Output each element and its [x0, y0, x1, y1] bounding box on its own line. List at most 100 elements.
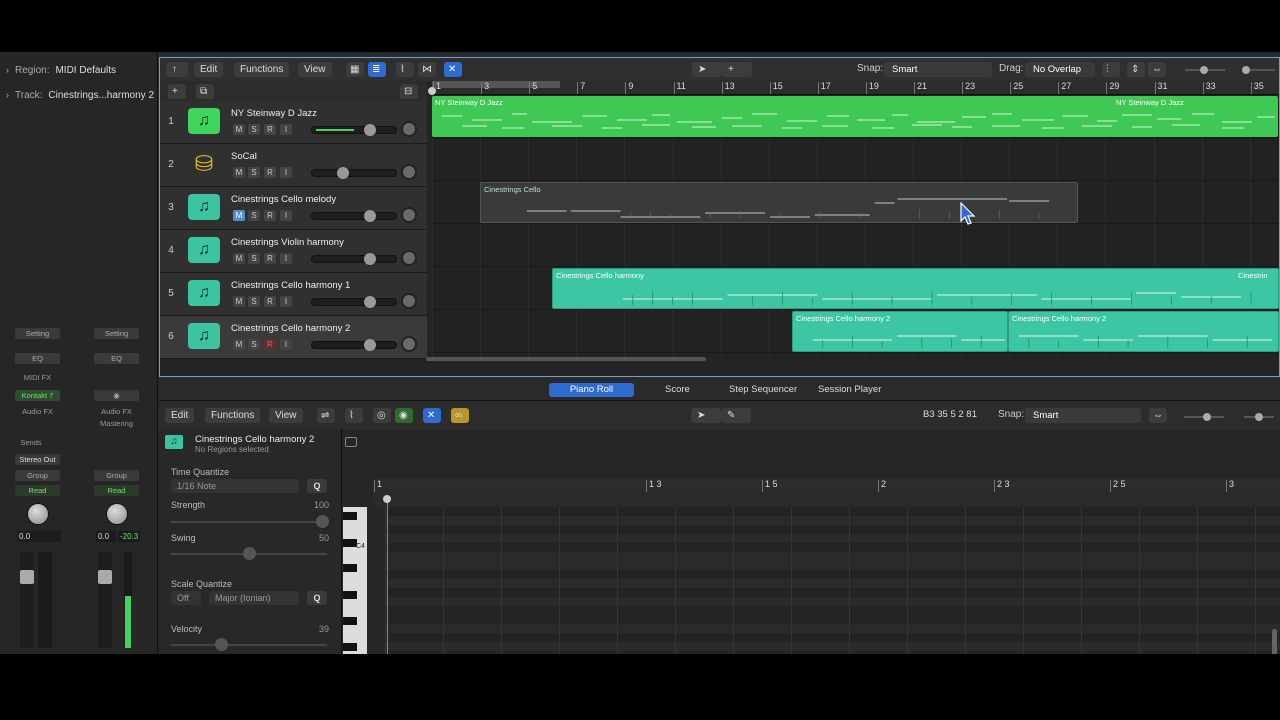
track-volume-fader[interactable]: [311, 296, 397, 308]
strength-slider[interactable]: [171, 521, 327, 523]
track-volume-fader[interactable]: [311, 124, 397, 136]
group-button-2[interactable]: Group: [94, 470, 139, 481]
track-pan-knob[interactable]: [401, 207, 417, 223]
input-monitor-button[interactable]: I: [280, 253, 292, 264]
midi-region-cello-harmony-1[interactable]: Cinestrings Cello harmony Cinestrin: [552, 268, 1279, 309]
track-volume-fader-cap[interactable]: [364, 210, 376, 222]
solo-button[interactable]: S: [248, 296, 260, 307]
midi-region-cello[interactable]: Cinestrings Cello: [480, 182, 1078, 223]
editor-pointer-tool-icon[interactable]: ➤: [691, 408, 721, 423]
track-name[interactable]: Cinestrings Violin harmony: [231, 237, 344, 248]
pitch-row[interactable]: [385, 624, 1280, 633]
volume-fader-track[interactable]: [20, 552, 34, 648]
pan-knob-2[interactable]: [106, 503, 128, 525]
pitch-row[interactable]: [385, 651, 1280, 654]
pitch-row[interactable]: [385, 561, 1280, 570]
mute-button[interactable]: M: [233, 253, 245, 264]
filter-icon[interactable]: ⇌: [317, 408, 335, 423]
region-window-icon[interactable]: [345, 437, 357, 447]
pitch-row[interactable]: [385, 552, 1280, 561]
velocity-slider[interactable]: [171, 644, 327, 646]
back-arrow-icon[interactable]: ↑: [166, 62, 188, 77]
group-button[interactable]: Group: [15, 470, 60, 481]
record-enable-button[interactable]: R: [264, 124, 276, 135]
automation-icon[interactable]: ⌇: [396, 62, 414, 77]
track-pan-knob[interactable]: [401, 250, 417, 266]
piano-keyboard[interactable]: C4 C3: [343, 507, 367, 654]
input-monitor-button[interactable]: I: [280, 167, 292, 178]
vertical-zoom-icon[interactable]: ⇕: [1127, 62, 1145, 77]
pan-knob[interactable]: [27, 503, 49, 525]
black-key[interactable]: [343, 539, 357, 547]
setting-button-2[interactable]: Setting: [94, 328, 139, 339]
piano-roll-ruler[interactable]: 11 31 522 32 533 3: [373, 479, 1280, 493]
mastering-label[interactable]: Mastering: [94, 419, 139, 428]
black-key[interactable]: [343, 564, 357, 572]
time-quantize-select[interactable]: 1/16 Note: [171, 479, 299, 493]
editor-vertical-zoom-knob[interactable]: [1203, 413, 1211, 421]
record-enable-button[interactable]: R: [264, 296, 276, 307]
midi-in-icon[interactable]: ◎: [373, 408, 391, 423]
track-lanes[interactable]: NY Steinway D Jazz NY Steinway D Jazz Ci…: [432, 95, 1279, 357]
track-header-6[interactable]: 6 ♫ Cinestrings Cello harmony 2 MSRI: [160, 316, 427, 359]
edit-menu[interactable]: Edit: [194, 62, 224, 77]
vertical-zoom-knob[interactable]: [1200, 66, 1208, 74]
black-key[interactable]: [343, 512, 357, 520]
lane-2[interactable]: [432, 138, 1279, 181]
black-key[interactable]: [343, 643, 357, 651]
list-view-icon[interactable]: ≣: [368, 62, 386, 77]
timeline-ruler[interactable]: 1 3 5 7 9 11 13 15 17 19 21 23 25 27 29 31 33 35: [428, 81, 1279, 95]
setting-button[interactable]: Setting: [15, 328, 60, 339]
solo-button[interactable]: S: [248, 210, 260, 221]
record-enable-button[interactable]: R: [264, 210, 276, 221]
editor-snap-select[interactable]: Smart: [1025, 408, 1141, 423]
input-monitor-button[interactable]: I: [280, 296, 292, 307]
region-inspector-header[interactable]: › Region: MIDI Defaults: [6, 62, 116, 78]
editor-fit-icon[interactable]: ⇔: [1149, 408, 1167, 423]
midi-region-cello-harmony-2a[interactable]: Cinestrings Cello harmony 2: [792, 311, 1008, 352]
playhead-handle[interactable]: [428, 87, 436, 95]
track-pan-knob[interactable]: [401, 121, 417, 137]
track-pan-knob[interactable]: [401, 336, 417, 352]
catch-icon[interactable]: ✕: [444, 62, 462, 77]
pitch-row[interactable]: [385, 615, 1280, 624]
instrument-slot[interactable]: Kontakt 7: [15, 390, 60, 401]
duplicate-track-icon[interactable]: ⧉: [196, 84, 214, 99]
mute-button[interactable]: M: [233, 210, 245, 221]
midi-region-cello-harmony-2b[interactable]: Cinestrings Cello harmony 2: [1008, 311, 1279, 352]
tab-piano-roll[interactable]: Piano Roll: [549, 383, 634, 397]
track-volume-fader-cap[interactable]: [364, 124, 376, 136]
input-monitor-button[interactable]: I: [280, 339, 292, 350]
input-monitor-button[interactable]: I: [280, 210, 292, 221]
editor-pencil-tool-icon[interactable]: ✎: [721, 408, 751, 423]
track-header-5[interactable]: 5 ♫ Cinestrings Cello harmony 1 MSRI: [160, 273, 427, 316]
solo-button[interactable]: S: [248, 253, 260, 264]
editor-functions-menu[interactable]: Functions: [205, 408, 261, 423]
volume-fader-cap[interactable]: [20, 570, 34, 584]
global-tracks-icon[interactable]: ⊟: [400, 84, 418, 99]
pointer-tool-icon[interactable]: ➤: [692, 62, 722, 77]
add-track-icon[interactable]: +: [168, 84, 186, 99]
piano-roll-grid[interactable]: [385, 507, 1280, 654]
pitch-row[interactable]: [385, 579, 1280, 588]
playhead-handle-editor[interactable]: [383, 495, 391, 503]
lane-4[interactable]: [432, 224, 1279, 267]
record-enable-button[interactable]: R: [264, 339, 276, 350]
pitch-row[interactable]: [385, 597, 1280, 606]
catch-icon-2[interactable]: ✕: [423, 408, 441, 423]
track-header-1[interactable]: 1 ♫ NY Steinway D Jazz M S R I: [160, 101, 427, 144]
track-name[interactable]: Cinestrings Cello harmony 2: [231, 323, 350, 334]
pitch-row[interactable]: [385, 543, 1280, 552]
horizontal-scrollbar[interactable]: [426, 357, 706, 361]
editor-horizontal-zoom-knob[interactable]: [1255, 413, 1263, 421]
mute-button[interactable]: M: [233, 296, 245, 307]
track-volume-fader-cap[interactable]: [337, 167, 349, 179]
track-pan-knob[interactable]: [401, 164, 417, 180]
scale-select[interactable]: Major (Ionian): [209, 591, 299, 605]
fit-icon[interactable]: ⇔: [1148, 62, 1166, 77]
snap-select[interactable]: Smart: [884, 62, 992, 77]
track-volume-fader[interactable]: [311, 339, 397, 351]
flex-icon[interactable]: ⋈: [418, 62, 436, 77]
scale-quantize-off-select[interactable]: Off: [171, 591, 201, 605]
mute-button[interactable]: M: [233, 339, 245, 350]
